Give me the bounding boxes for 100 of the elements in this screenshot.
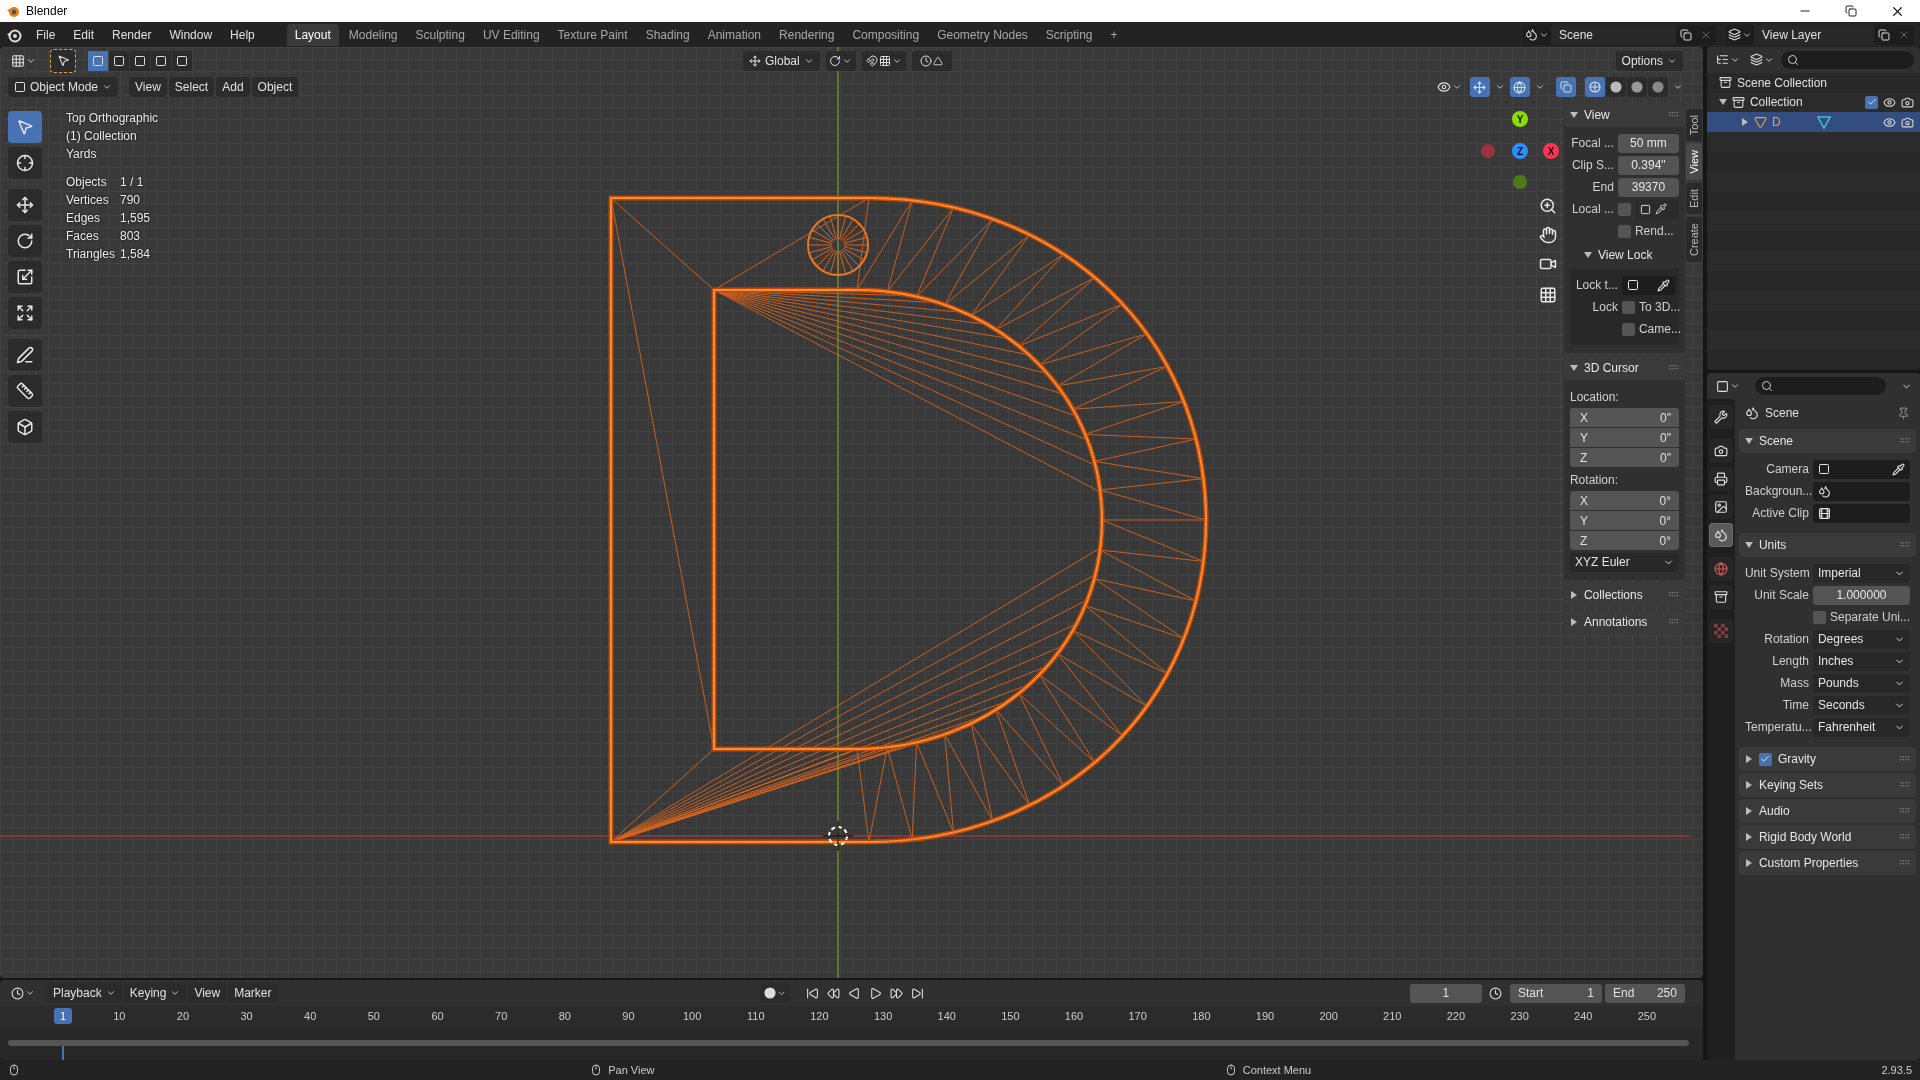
panel-header[interactable]: Keying Sets <box>1738 773 1916 797</box>
workspace-tab[interactable]: Texture Paint <box>549 23 636 46</box>
number-field[interactable]: 39370 <box>1617 177 1679 197</box>
outliner-item[interactable]: D <box>1706 112 1920 133</box>
panel-header[interactable]: Audio <box>1738 799 1916 823</box>
stat-label: Edges <box>66 210 102 227</box>
frame-number: 180 <box>1192 1010 1211 1022</box>
panel-header[interactable]: Gravity <box>1738 747 1916 771</box>
workspace-tab[interactable]: Geometry Nodes <box>929 23 1036 46</box>
menu-dropdown[interactable]: Keying <box>123 983 187 1003</box>
field-label: Lock <box>1591 300 1618 314</box>
workspace-tab[interactable]: Layout <box>286 23 339 46</box>
version-text: 2.93.5 <box>1881 1064 1912 1076</box>
number-field[interactable]: 0.394" <box>1617 155 1679 175</box>
menu-item[interactable]: View <box>188 983 227 1003</box>
add-workspace-button[interactable]: + <box>1102 23 1126 46</box>
workspace-tab[interactable]: Scripting <box>1037 23 1101 46</box>
workspace-tab[interactable]: Rendering <box>771 23 843 46</box>
frame-number: 200 <box>1319 1010 1338 1022</box>
frame-number: 50 <box>367 1010 380 1022</box>
number-field[interactable]: 1.000000 <box>1812 585 1910 605</box>
workspace-tab[interactable]: Modeling <box>340 23 406 46</box>
workspace-tab[interactable]: Sculpting <box>407 23 473 46</box>
menu-item[interactable]: Edit <box>65 24 103 45</box>
number-field[interactable]: X 0" <box>1569 408 1679 427</box>
field-label: Focal ... <box>1570 136 1614 150</box>
stat-value: 1,584 <box>120 246 152 263</box>
panel-header[interactable]: View <box>1563 103 1685 127</box>
panel-header[interactable]: 3D Cursor <box>1563 356 1685 380</box>
stat-label: Triangles <box>66 246 116 263</box>
current-frame-field[interactable]: 1 <box>1409 983 1482 1003</box>
y-axis-gizmo[interactable]: Y <box>1512 111 1528 127</box>
frame-number: 120 <box>810 1010 829 1022</box>
field-label: Temperatu... <box>1744 720 1809 734</box>
sidebar-tab[interactable]: Tool <box>1685 109 1702 142</box>
workspace-tab[interactable]: UV Editing <box>474 23 548 46</box>
frame-number: 140 <box>937 1010 956 1022</box>
menu-item[interactable]: Window <box>161 24 221 45</box>
number-field[interactable]: Z 0° <box>1569 531 1679 550</box>
current-frame-marker[interactable]: 1 <box>54 1008 72 1024</box>
sidebar-tab[interactable]: Create <box>1685 216 1702 262</box>
stat-label: Vertices <box>66 192 110 209</box>
panel-header[interactable]: Units <box>1738 533 1916 557</box>
number-field[interactable]: X 0° <box>1569 491 1679 510</box>
sidebar-tab[interactable]: Edit <box>1685 182 1702 214</box>
number-field[interactable]: Y 0" <box>1569 428 1679 447</box>
section-label: Rotation: <box>1569 472 1619 489</box>
menu-item[interactable]: View <box>129 77 167 97</box>
end-frame-field[interactable]: End 250 <box>1604 983 1685 1003</box>
z-axis-gizmo[interactable]: Z <box>1512 143 1528 159</box>
number-field[interactable]: Y 0° <box>1569 511 1679 530</box>
dropdown[interactable]: Inches <box>1812 651 1910 671</box>
frame-number: 10 <box>113 1010 126 1022</box>
menu-item[interactable]: Object <box>251 77 299 97</box>
number-field[interactable]: Z 0" <box>1569 448 1679 467</box>
panel-header[interactable]: Rigid Body World <box>1738 825 1916 849</box>
panel-header[interactable]: Annotations <box>1563 610 1685 634</box>
number-field[interactable]: 50 mm <box>1617 133 1679 153</box>
frame-number: 40 <box>304 1010 317 1022</box>
panel-header[interactable]: Custom Properties <box>1738 851 1916 875</box>
view-layer-name-field[interactable]: View Layer <box>1754 24 1874 45</box>
checkbox-label: Rend... <box>1634 224 1674 238</box>
menu-item[interactable]: Add <box>216 77 250 97</box>
field-label: End <box>1591 180 1614 194</box>
dropdown[interactable]: Seconds <box>1812 695 1910 715</box>
field-label: Lock t... <box>1574 278 1618 292</box>
viewport-info-text: Yards <box>66 146 98 163</box>
field-label: Rotation <box>1763 632 1809 646</box>
dropdown[interactable]: Degrees <box>1812 629 1910 649</box>
x-axis-gizmo[interactable]: X <box>1543 143 1559 159</box>
workspace-tab[interactable]: Shading <box>637 23 698 46</box>
sidebar-tab[interactable]: View <box>1685 144 1702 180</box>
frame-number: 240 <box>1574 1010 1593 1022</box>
frame-number: 150 <box>1001 1010 1020 1022</box>
menu-item[interactable]: File <box>28 24 64 45</box>
options-dropdown[interactable]: Options <box>1615 50 1683 71</box>
start-frame-field[interactable]: Start 1 <box>1509 983 1602 1003</box>
viewport-info-text: (1) Collection <box>66 128 138 145</box>
menu-item[interactable]: Select <box>168 77 215 97</box>
dropdown[interactable]: Fahrenheit <box>1812 717 1910 737</box>
workspace-tab[interactable]: Compositing <box>844 23 928 46</box>
section-label: Location: <box>1569 389 1620 406</box>
dropdown[interactable]: Pounds <box>1812 673 1910 693</box>
panel-header[interactable]: Collections <box>1563 583 1685 607</box>
scene-name-field[interactable]: Scene <box>1551 24 1676 45</box>
workspace-tab[interactable]: Animation <box>699 23 770 46</box>
field-label: Time <box>1781 698 1809 712</box>
field-label: Mass <box>1779 676 1809 690</box>
dropdown[interactable]: XYZ Euler <box>1569 552 1679 572</box>
menu-item[interactable]: Render <box>104 24 160 45</box>
menu-dropdown[interactable]: Playback <box>47 983 122 1003</box>
menu-item[interactable]: Marker <box>228 983 278 1003</box>
checkbox-label: Separate Uni... <box>1829 610 1910 624</box>
dropdown[interactable]: Imperial <box>1812 563 1910 583</box>
panel-header[interactable]: Scene <box>1738 429 1916 453</box>
menu-item[interactable]: Help <box>222 24 263 45</box>
frame-number: 210 <box>1383 1010 1402 1022</box>
orientation-dropdown[interactable]: Global <box>743 50 820 71</box>
mode-dropdown[interactable]: Object Mode <box>8 77 119 97</box>
stat-value: 1,595 <box>120 210 152 227</box>
